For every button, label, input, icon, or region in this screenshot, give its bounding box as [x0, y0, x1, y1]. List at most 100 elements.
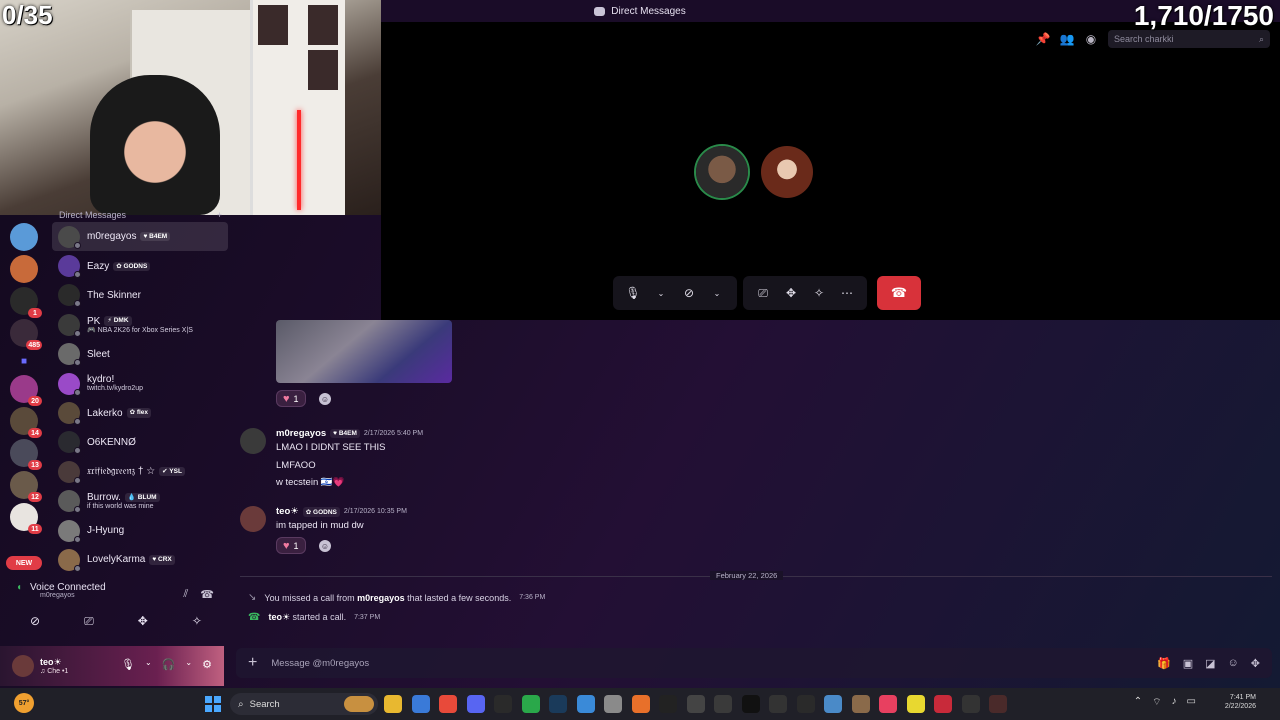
message-author[interactable]: teo☀ [276, 506, 299, 517]
server-icon[interactable] [10, 223, 38, 251]
pin-icon[interactable]: 📌 [1036, 32, 1051, 46]
new-badge[interactable]: NEW [6, 556, 42, 570]
taskbar-search[interactable]: ⌕ Search [230, 693, 378, 715]
screen-share-icon[interactable]: ⎚ [84, 614, 94, 629]
chevron-down-icon[interactable]: ⌄ [145, 658, 152, 671]
dm-item[interactable]: kydro! twitch.tv/kydro2up [52, 369, 228, 398]
reaction-chip[interactable]: ♥ 1 [276, 390, 306, 407]
start-button[interactable] [205, 696, 221, 712]
sticker-icon[interactable]: ◪ [1205, 657, 1215, 670]
app-icon[interactable] [714, 695, 732, 713]
folder-icon[interactable]: ■ [10, 351, 38, 371]
dm-item[interactable]: m0regayos ♥ B4EM [52, 222, 228, 252]
chrome-icon[interactable] [439, 695, 457, 713]
app-icon[interactable] [769, 695, 787, 713]
camera-off-icon[interactable]: ⊘ [677, 286, 701, 300]
activities-icon[interactable]: ✥ [138, 614, 148, 629]
map-pin-icon[interactable] [934, 695, 952, 713]
network-icon[interactable]: ⌔ [1152, 696, 1161, 709]
app-icon[interactable] [851, 695, 870, 713]
gif-icon[interactable]: ▣ [1183, 657, 1193, 670]
app-icon[interactable] [796, 695, 815, 713]
image-attachment[interactable] [276, 320, 452, 383]
message-author[interactable]: m0regayos [276, 428, 326, 439]
search-input[interactable]: Search charkki ⌕ [1108, 30, 1270, 48]
message-composer[interactable]: + Message @m0regayos 🎁 ▣ ◪ ☺ ✥ [236, 648, 1272, 678]
app-icon[interactable] [741, 695, 760, 713]
server-icon[interactable] [10, 255, 38, 283]
server-icon[interactable]: 485 [10, 319, 42, 350]
attach-icon[interactable]: + [248, 654, 257, 672]
camera-off-icon[interactable]: ⊘ [30, 614, 40, 629]
epic-games-icon[interactable] [494, 695, 512, 713]
dm-name: kydro! [87, 374, 115, 386]
add-reaction-icon[interactable]: ☺ [319, 540, 331, 552]
app-icon[interactable] [824, 695, 842, 713]
disconnect-icon[interactable]: ☎ [200, 588, 214, 601]
speaker-icon[interactable]: ♪ [1172, 696, 1177, 709]
dm-item[interactable]: LovelyKarma ♥ CRX [52, 545, 228, 574]
server-icon[interactable]: 14 [10, 407, 42, 438]
headphones-icon[interactable]: 🎧 [162, 658, 176, 671]
gear-icon[interactable]: ⚙ [202, 658, 212, 671]
server-icon[interactable]: 12 [10, 471, 42, 502]
app-icon[interactable] [659, 695, 677, 713]
chevron-up-icon[interactable]: ⌃ [1134, 696, 1142, 709]
noise-suppression-icon[interactable]: ⫽ [183, 588, 188, 601]
weather-widget[interactable]: 57° [14, 693, 34, 713]
discord-icon[interactable] [466, 695, 485, 713]
steam-icon[interactable] [549, 695, 567, 713]
soundboard-icon[interactable]: ✧ [192, 614, 202, 629]
file-explorer-icon[interactable] [384, 695, 402, 713]
dm-item[interactable]: Sleet [52, 340, 228, 369]
app-icon[interactable] [631, 695, 650, 713]
microphone-icon[interactable]: 🎙 [121, 658, 135, 671]
add-reaction-icon[interactable]: ☺ [319, 393, 331, 405]
server-icon[interactable]: 1 [10, 287, 42, 318]
profile-icon[interactable]: ◉ [1084, 32, 1098, 46]
battery-icon[interactable]: ▭ [1187, 696, 1196, 709]
server-icon[interactable]: 11 [10, 503, 42, 534]
music-icon[interactable] [879, 695, 897, 713]
dm-item[interactable]: O6KENNØ [52, 428, 228, 457]
microphone-icon[interactable]: 🎙 [621, 286, 645, 300]
chevron-down-icon[interactable]: ⌄ [649, 289, 673, 298]
message-avatar[interactable] [240, 506, 266, 532]
app-icon[interactable] [906, 695, 925, 713]
soundboard-icon[interactable]: ✧ [807, 286, 831, 300]
server-icon[interactable]: 20 [10, 375, 42, 406]
screen-share-icon[interactable]: ⎚ [751, 286, 775, 301]
minecraft-icon[interactable] [604, 695, 622, 713]
message-input[interactable]: Message @m0regayos [271, 658, 1143, 669]
app-icon[interactable] [989, 695, 1007, 713]
add-dm-button[interactable]: + [217, 210, 222, 220]
more-icon[interactable]: ⋯ [835, 286, 859, 300]
app-icon[interactable] [576, 695, 595, 713]
activities-icon[interactable]: ✥ [779, 286, 803, 300]
gift-icon[interactable]: 🎁 [1157, 657, 1171, 670]
emoji-icon[interactable]: ☺ [1228, 657, 1239, 670]
reaction-chip[interactable]: ♥ 1 [276, 537, 306, 554]
dm-item[interactable]: Lakerko ✿ flex [52, 398, 228, 427]
chevron-down-icon[interactable]: ⌄ [185, 658, 192, 671]
user-avatar[interactable] [12, 655, 34, 677]
server-icon[interactable]: 13 [10, 439, 42, 470]
dm-item[interactable]: PK ⚡ DMK 🎮 NBA 2K26 for Xbox Series X|S [52, 310, 228, 339]
dm-item[interactable]: J-Hyung [52, 516, 228, 545]
message-avatar[interactable] [240, 428, 266, 454]
dm-item[interactable]: 𝔵𝔯𝔦𝔣𝔦𝔢𝔡𝔤𝔯𝔢𝔢𝔫𝔷 † ☆ ✔ YSL [52, 457, 228, 486]
settings-icon[interactable] [686, 695, 705, 713]
clock[interactable]: 7:41 PM 2/22/2026 [1225, 693, 1256, 711]
add-friend-icon[interactable]: 👥 [1060, 32, 1075, 46]
xbox-icon[interactable] [521, 695, 540, 713]
dm-item[interactable]: Eazy ✿ GODNS [52, 251, 228, 280]
chevron-down-icon[interactable]: ⌄ [705, 289, 729, 298]
dm-item[interactable]: Burrow. 💧 BLUM if this world was mine [52, 487, 228, 516]
store-icon[interactable] [411, 695, 430, 713]
end-call-button[interactable]: ☎ [877, 276, 921, 310]
apps-icon[interactable]: ✥ [1251, 657, 1260, 670]
app-icon[interactable] [961, 695, 980, 713]
call-participant-avatar[interactable] [696, 146, 748, 198]
call-participant-avatar[interactable] [761, 146, 813, 198]
dm-item[interactable]: The Skinner [52, 281, 228, 310]
